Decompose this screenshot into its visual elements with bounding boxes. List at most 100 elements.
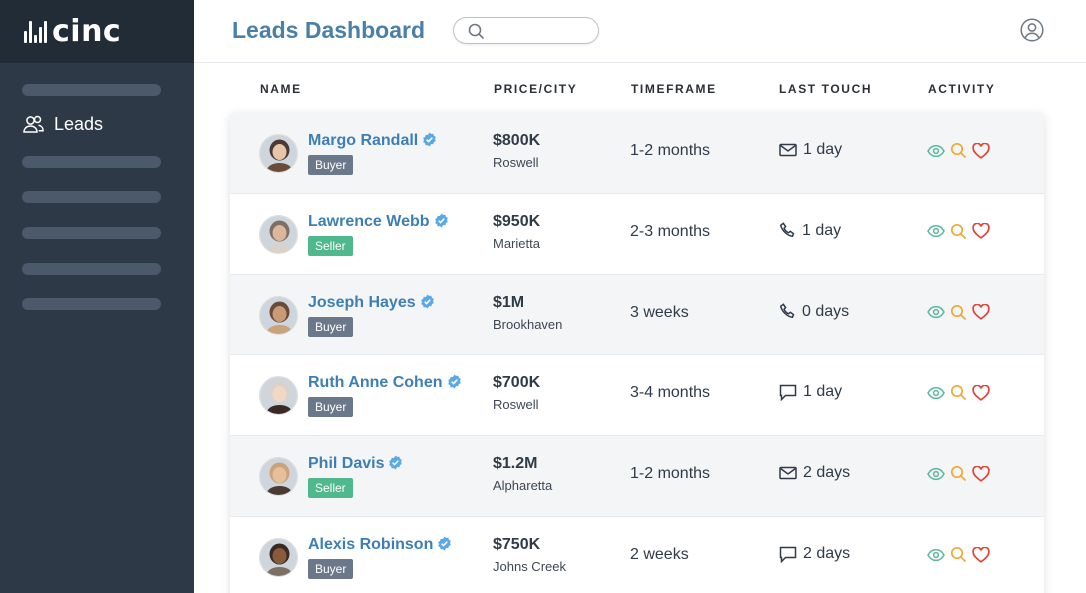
user-profile-icon (1020, 18, 1044, 42)
last-touch: 1 day (779, 383, 842, 401)
column-header-activity[interactable]: ACTIVITY (928, 82, 995, 96)
heart-icon[interactable] (972, 304, 990, 320)
eye-icon[interactable] (927, 305, 945, 319)
lead-name-text: Lawrence Webb (308, 212, 430, 230)
search-box[interactable] (453, 17, 599, 44)
lead-type-badge: Buyer (308, 559, 354, 579)
lead-name-text: Margo Randall (308, 132, 419, 149)
heart-icon[interactable] (972, 546, 990, 563)
table-row[interactable]: Joseph Hayes Buyer $1M Brookhaven 3 week… (230, 274, 1044, 356)
phone-icon (779, 303, 795, 319)
eye-icon[interactable] (927, 386, 945, 400)
search-icon[interactable] (950, 142, 967, 159)
heart-icon[interactable] (972, 142, 990, 159)
last-touch-value: 2 days (803, 464, 851, 482)
activity-icons (927, 465, 990, 482)
timeframe-value: 1-2 months (630, 465, 711, 483)
avatar[interactable] (259, 295, 298, 335)
last-touch-value: 1 day (803, 383, 843, 401)
price-value: $800K (493, 132, 541, 149)
avatar[interactable] (259, 538, 298, 577)
users-icon (23, 115, 44, 133)
last-touch-value: 1 day (802, 221, 842, 239)
sidebar-placeholder-item[interactable] (22, 263, 161, 275)
logo[interactable]: cinc (0, 0, 194, 63)
sidebar-placeholder-item[interactable] (22, 298, 161, 310)
price-value: $1M (493, 293, 525, 311)
eye-icon[interactable] (927, 467, 945, 481)
last-touch-value: 2 days (803, 545, 851, 562)
heart-icon[interactable] (972, 384, 990, 401)
sidebar-item-leads[interactable]: Leads (23, 114, 103, 135)
table-row[interactable]: Alexis Robinson Buyer $750K Johns Creek … (230, 517, 1044, 593)
verified-icon (434, 213, 448, 228)
avatar[interactable] (259, 376, 298, 416)
sidebar-placeholder-item[interactable] (22, 191, 161, 203)
last-touch: 1 day (779, 141, 842, 159)
timeframe-value: 3 weeks (630, 303, 689, 321)
activity-icons (927, 142, 990, 159)
leads-table: Margo Randall Buyer $800K Roswell 1-2 mo… (230, 113, 1044, 593)
column-header-price-city[interactable]: PRICE/CITY (494, 82, 577, 96)
table-row[interactable]: Margo Randall Buyer $800K Roswell 1-2 mo… (230, 113, 1044, 194)
eye-icon[interactable] (927, 144, 945, 158)
lead-type-badge: Buyer (308, 397, 354, 418)
chat-icon (779, 546, 797, 563)
sidebar-placeholder-item[interactable] (22, 227, 161, 239)
avatar[interactable] (259, 214, 298, 254)
search-icon[interactable] (950, 384, 967, 401)
last-touch: 1 day (779, 222, 841, 240)
column-header-timeframe[interactable]: TIMEFRAME (631, 82, 717, 96)
search-icon[interactable] (950, 546, 967, 563)
page-title: Leads Dashboard (232, 17, 425, 43)
search-icon[interactable] (950, 304, 967, 321)
lead-name-link[interactable]: Margo Randall (308, 132, 437, 150)
phone-icon (779, 222, 795, 238)
heart-icon[interactable] (972, 465, 990, 482)
timeframe-value: 2 weeks (630, 546, 689, 563)
last-touch-value: 0 days (802, 302, 850, 320)
activity-icons (927, 384, 990, 401)
sidebar: cinc Leads (0, 0, 194, 593)
eye-icon[interactable] (927, 548, 945, 562)
table-row[interactable]: Lawrence Webb Seller $950K Marietta 2-3 … (230, 193, 1044, 275)
column-header-name[interactable]: NAME (260, 82, 302, 96)
avatar[interactable] (259, 134, 298, 173)
eye-icon[interactable] (927, 224, 945, 238)
column-header-last-touch[interactable]: LAST TOUCH (779, 82, 872, 96)
sidebar-placeholder-item[interactable] (22, 84, 161, 96)
lead-name-link[interactable]: Alexis Robinson (308, 536, 452, 554)
search-input[interactable] (490, 22, 590, 39)
last-touch-value: 1 day (803, 141, 843, 158)
search-icon[interactable] (950, 223, 967, 240)
sidebar-placeholder-item[interactable] (22, 156, 161, 168)
last-touch: 0 days (779, 303, 849, 321)
city-value: Marietta (493, 235, 540, 251)
lead-name-link[interactable]: Phil Davis (308, 455, 403, 473)
mail-icon (779, 466, 797, 480)
lead-name-link[interactable]: Lawrence Webb (308, 213, 449, 231)
lead-type-badge: Seller (308, 235, 353, 256)
lead-type-badge: Buyer (308, 155, 354, 175)
activity-icons (927, 546, 990, 563)
avatar[interactable] (259, 457, 298, 497)
timeframe-value: 2-3 months (630, 222, 711, 240)
table-row[interactable]: Ruth Anne Cohen Buyer $700K Roswell 3-4 … (230, 355, 1044, 437)
lead-name-link[interactable]: Joseph Hayes (308, 294, 435, 312)
verified-icon (438, 536, 452, 551)
lead-type-badge: Seller (308, 478, 353, 499)
last-touch: 2 days (779, 464, 850, 482)
avatar-image (260, 296, 297, 334)
search-icon[interactable] (950, 465, 967, 482)
heart-icon[interactable] (972, 223, 990, 240)
profile-button[interactable] (1020, 18, 1044, 47)
table-row[interactable]: Phil Davis Seller $1.2M Alpharetta 1-2 m… (230, 436, 1044, 517)
lead-name-link[interactable]: Ruth Anne Cohen (308, 374, 462, 392)
verified-icon (423, 132, 437, 147)
avatar-image (260, 539, 297, 576)
activity-icons (927, 304, 990, 321)
verified-icon (389, 455, 403, 470)
search-icon (468, 23, 485, 40)
city-value: Alpharetta (493, 478, 553, 494)
avatar-image (260, 377, 297, 415)
